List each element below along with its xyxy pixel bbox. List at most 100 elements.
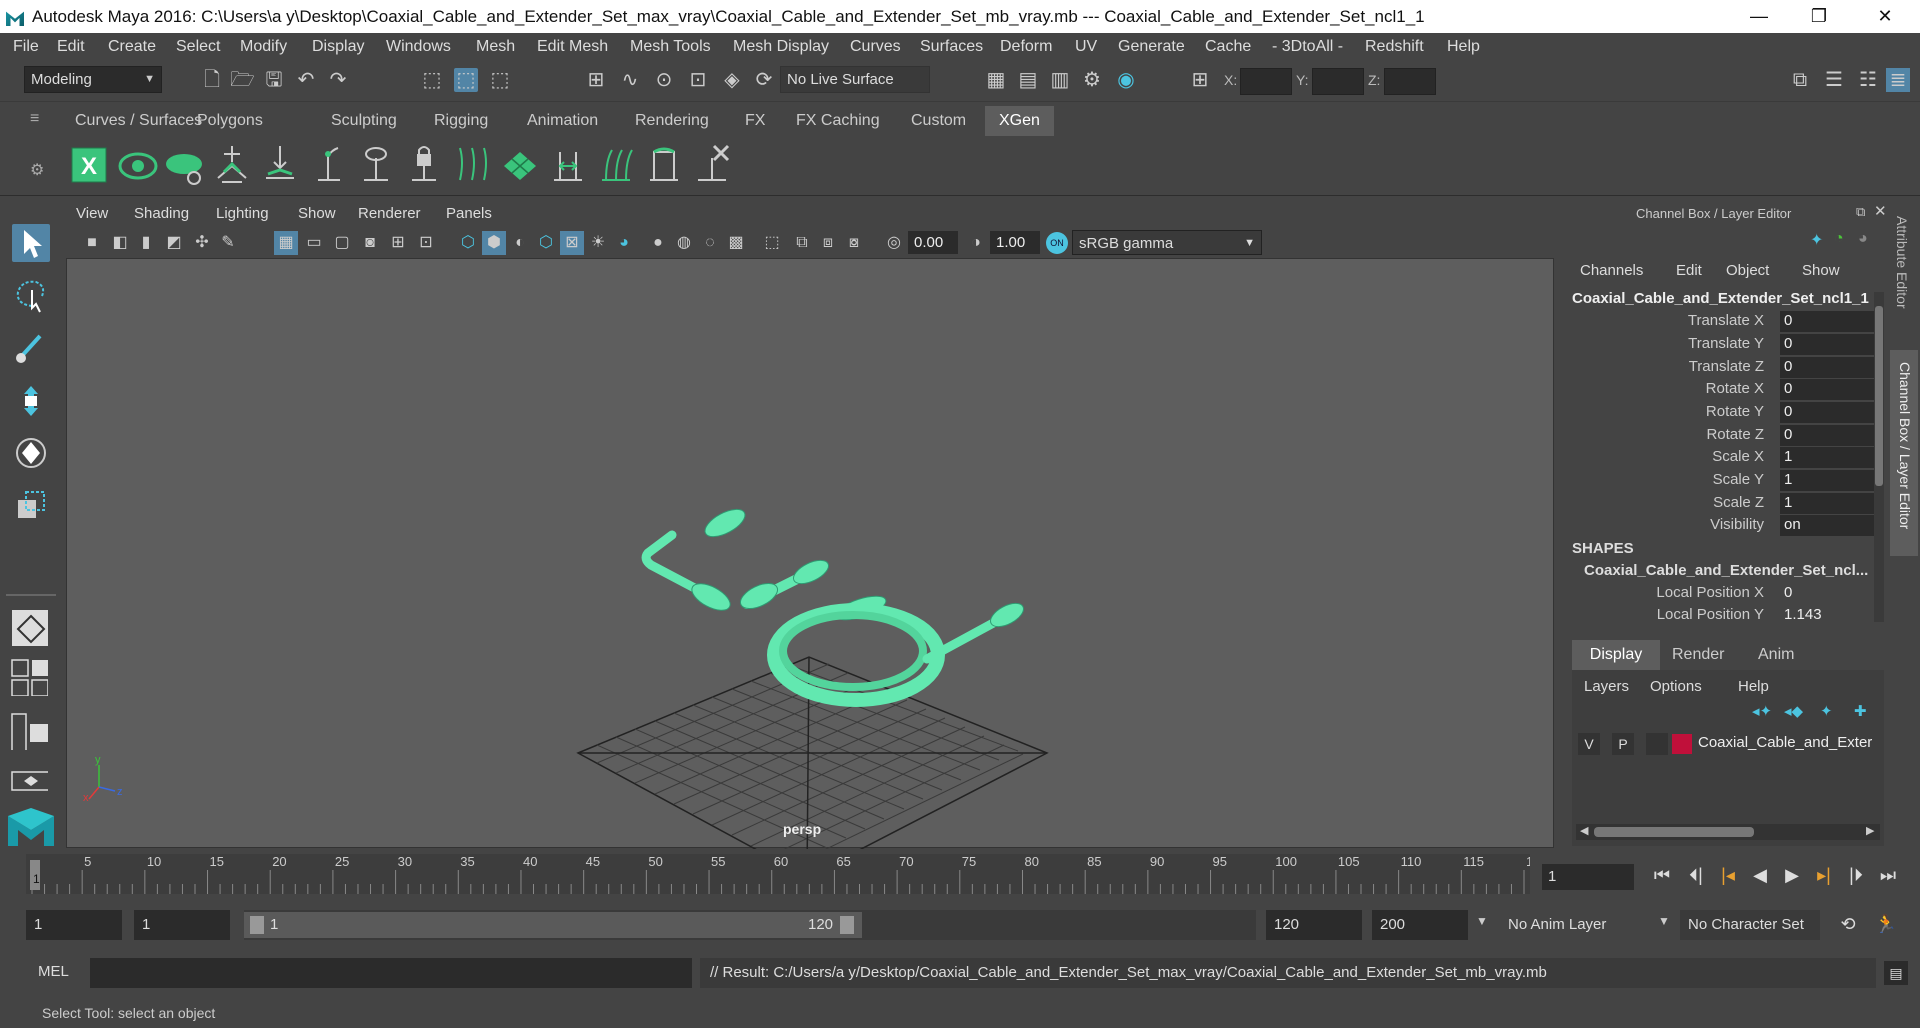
grease-pencil-icon[interactable]: ✎	[216, 231, 240, 255]
menu-deform[interactable]: Deform	[1000, 33, 1052, 60]
anim-layer-selector[interactable]: No Anim Layer	[1500, 910, 1664, 940]
image-plane-icon[interactable]: ◩	[162, 231, 186, 255]
attribute-editor-icon[interactable]: ☰	[1822, 68, 1846, 92]
step-forward-frame-icon[interactable]: |⏵	[1844, 863, 1868, 887]
menu-mesh-tools[interactable]: Mesh Tools	[630, 33, 711, 60]
exposure-icon[interactable]: ◎	[882, 231, 906, 255]
tab-anim[interactable]: Anim	[1758, 640, 1794, 670]
xgen-editor-icon[interactable]: X	[70, 146, 110, 186]
gamma-icon[interactable]: ◑	[964, 231, 988, 255]
command-input[interactable]	[90, 958, 692, 988]
depth-of-field-icon[interactable]: ▩	[724, 231, 748, 255]
safe-action-icon[interactable]: ⊡	[414, 231, 438, 255]
attr-rotate-z[interactable]: Rotate Z0	[1572, 424, 1884, 446]
xray-icon[interactable]: ⧉	[790, 231, 814, 255]
playback-start-field[interactable]: 1	[134, 910, 230, 940]
menu-generate[interactable]: Generate	[1118, 33, 1185, 60]
camera-attributes-icon[interactable]: ◧	[108, 231, 132, 255]
layer-row[interactable]: V P Coaxial_Cable_and_Exter	[1576, 732, 1880, 756]
snap-curve-icon[interactable]: ∿	[618, 68, 642, 92]
xgen-length-icon[interactable]	[548, 142, 588, 186]
camera-select-icon[interactable]: ■	[80, 231, 104, 255]
menu-windows[interactable]: Windows	[386, 33, 451, 60]
range-track[interactable]: 1 120	[244, 910, 1256, 940]
menu-3dtoall[interactable]: - 3DtoAll -	[1272, 33, 1343, 60]
range-end-handle[interactable]	[840, 916, 854, 934]
layer-color-swatch[interactable]	[1672, 734, 1692, 754]
input-mode-icon[interactable]: ⊞	[1188, 68, 1212, 92]
tab-render[interactable]: Render	[1672, 640, 1724, 670]
gamma-field[interactable]: 1.00	[990, 231, 1040, 254]
lasso-tool-icon[interactable]	[12, 276, 50, 314]
layer-menu-layers[interactable]: Layers	[1584, 678, 1629, 695]
use-default-material-icon[interactable]: ◐	[508, 231, 532, 255]
xgen-guide-shape-icon[interactable]	[644, 142, 684, 186]
menu-cache[interactable]: Cache	[1205, 33, 1251, 60]
make-live-icon[interactable]: ⟳	[752, 68, 776, 92]
xgen-lock-guide-icon[interactable]	[404, 142, 444, 186]
float-panel-icon[interactable]: ⧉	[1856, 204, 1865, 220]
two-d-pan-icon[interactable]: ✣	[190, 231, 214, 255]
menu-surfaces[interactable]: Surfaces	[920, 33, 983, 60]
scene-canvas[interactable]: x y z	[67, 259, 1555, 878]
xgen-place-guide-icon[interactable]	[260, 142, 300, 186]
panel-menu-show[interactable]: Show	[298, 200, 336, 228]
menu-display[interactable]: Display	[312, 33, 364, 60]
smooth-shade-icon[interactable]: ⬢	[482, 231, 506, 255]
minimize-button[interactable]: —	[1730, 0, 1788, 33]
tab-fx[interactable]: FX	[745, 106, 765, 136]
select-hierarchy-icon[interactable]: ⬚	[420, 68, 444, 92]
attr-local-position-y[interactable]: Local Position Y 1.143	[1572, 604, 1884, 626]
attr-local-position-x[interactable]: Local Position X0	[1572, 582, 1884, 604]
auto-key-icon[interactable]: ⟲	[1836, 912, 1860, 936]
xgen-delete-guide-icon[interactable]	[692, 142, 732, 186]
snap-grid-icon[interactable]: ⊞	[584, 68, 608, 92]
scroll-right-icon[interactable]: ▶	[1866, 824, 1874, 837]
perspective-viewport[interactable]: x y z persp	[66, 258, 1555, 878]
render-settings-icon[interactable]: ⚙	[1080, 68, 1104, 92]
scrollbar-thumb[interactable]	[1594, 827, 1754, 837]
tab-curves-surfaces[interactable]: Curves / Surfaces	[75, 106, 202, 136]
layer-visibility-toggle[interactable]: V	[1578, 733, 1600, 755]
new-layer-icon[interactable]: ✦	[1820, 702, 1833, 720]
new-layer-selected-icon[interactable]: ✚	[1854, 702, 1867, 720]
start-time-field[interactable]: 1	[26, 910, 122, 940]
anti-aliasing-icon[interactable]: ◌	[698, 231, 722, 255]
live-surface-field[interactable]: No Live Surface	[780, 66, 930, 93]
undo-icon[interactable]: ↶	[294, 68, 318, 92]
wireframe-on-shaded-icon[interactable]: ⬡	[534, 231, 558, 255]
move-layer-down-icon[interactable]: ◂◆	[1784, 702, 1803, 720]
maya-home-icon[interactable]	[6, 806, 56, 848]
restore-button[interactable]: ❐	[1790, 0, 1848, 33]
panel-menu-lighting[interactable]: Lighting	[216, 200, 269, 228]
xray-joints-icon[interactable]: ⧈	[816, 231, 840, 255]
isolate-select-icon[interactable]: ⬚	[760, 231, 784, 255]
animation-preferences-icon[interactable]: 🏃	[1874, 912, 1898, 936]
cb-menu-edit[interactable]: Edit	[1676, 262, 1702, 279]
attr-rotate-x[interactable]: Rotate X0	[1572, 378, 1884, 400]
resolution-gate-icon[interactable]: ▢	[330, 231, 354, 255]
cb-menu-object[interactable]: Object	[1726, 262, 1769, 279]
panel-menu-panels[interactable]: Panels	[446, 200, 492, 228]
render-sequence-icon[interactable]: ▤	[1016, 68, 1040, 92]
ipr-render-icon[interactable]: ▥	[1048, 68, 1072, 92]
xgen-grid-icon[interactable]	[500, 142, 540, 186]
object-name[interactable]: Coaxial_Cable_and_Extender_Set_ncl1_1	[1572, 290, 1869, 307]
modeling-toolkit-icon[interactable]: ⧉	[1788, 68, 1812, 92]
xgen-clear-icon[interactable]	[164, 146, 204, 186]
channel-box-icon[interactable]: ≣	[1886, 68, 1910, 92]
select-object-icon[interactable]: ⬚	[454, 68, 478, 92]
menu-edit[interactable]: Edit	[57, 33, 85, 60]
menu-uv[interactable]: UV	[1075, 33, 1097, 60]
layer-type-toggle[interactable]	[1646, 733, 1668, 755]
shelf-settings-icon[interactable]: ⚙	[30, 160, 44, 180]
cb-menu-channels[interactable]: Channels	[1580, 262, 1643, 279]
xgen-sculpt-guide-icon[interactable]	[308, 142, 348, 186]
xgen-select-guide-icon[interactable]	[356, 142, 396, 186]
step-back-frame-icon[interactable]: ⏴|	[1684, 863, 1708, 887]
grid-icon[interactable]: ▦	[274, 231, 298, 255]
channel-box-scrollbar[interactable]	[1874, 292, 1884, 622]
menu-help[interactable]: Help	[1447, 33, 1480, 60]
screen-space-ao-icon[interactable]: ●	[646, 231, 670, 255]
scroll-left-icon[interactable]: ◀	[1580, 824, 1588, 837]
